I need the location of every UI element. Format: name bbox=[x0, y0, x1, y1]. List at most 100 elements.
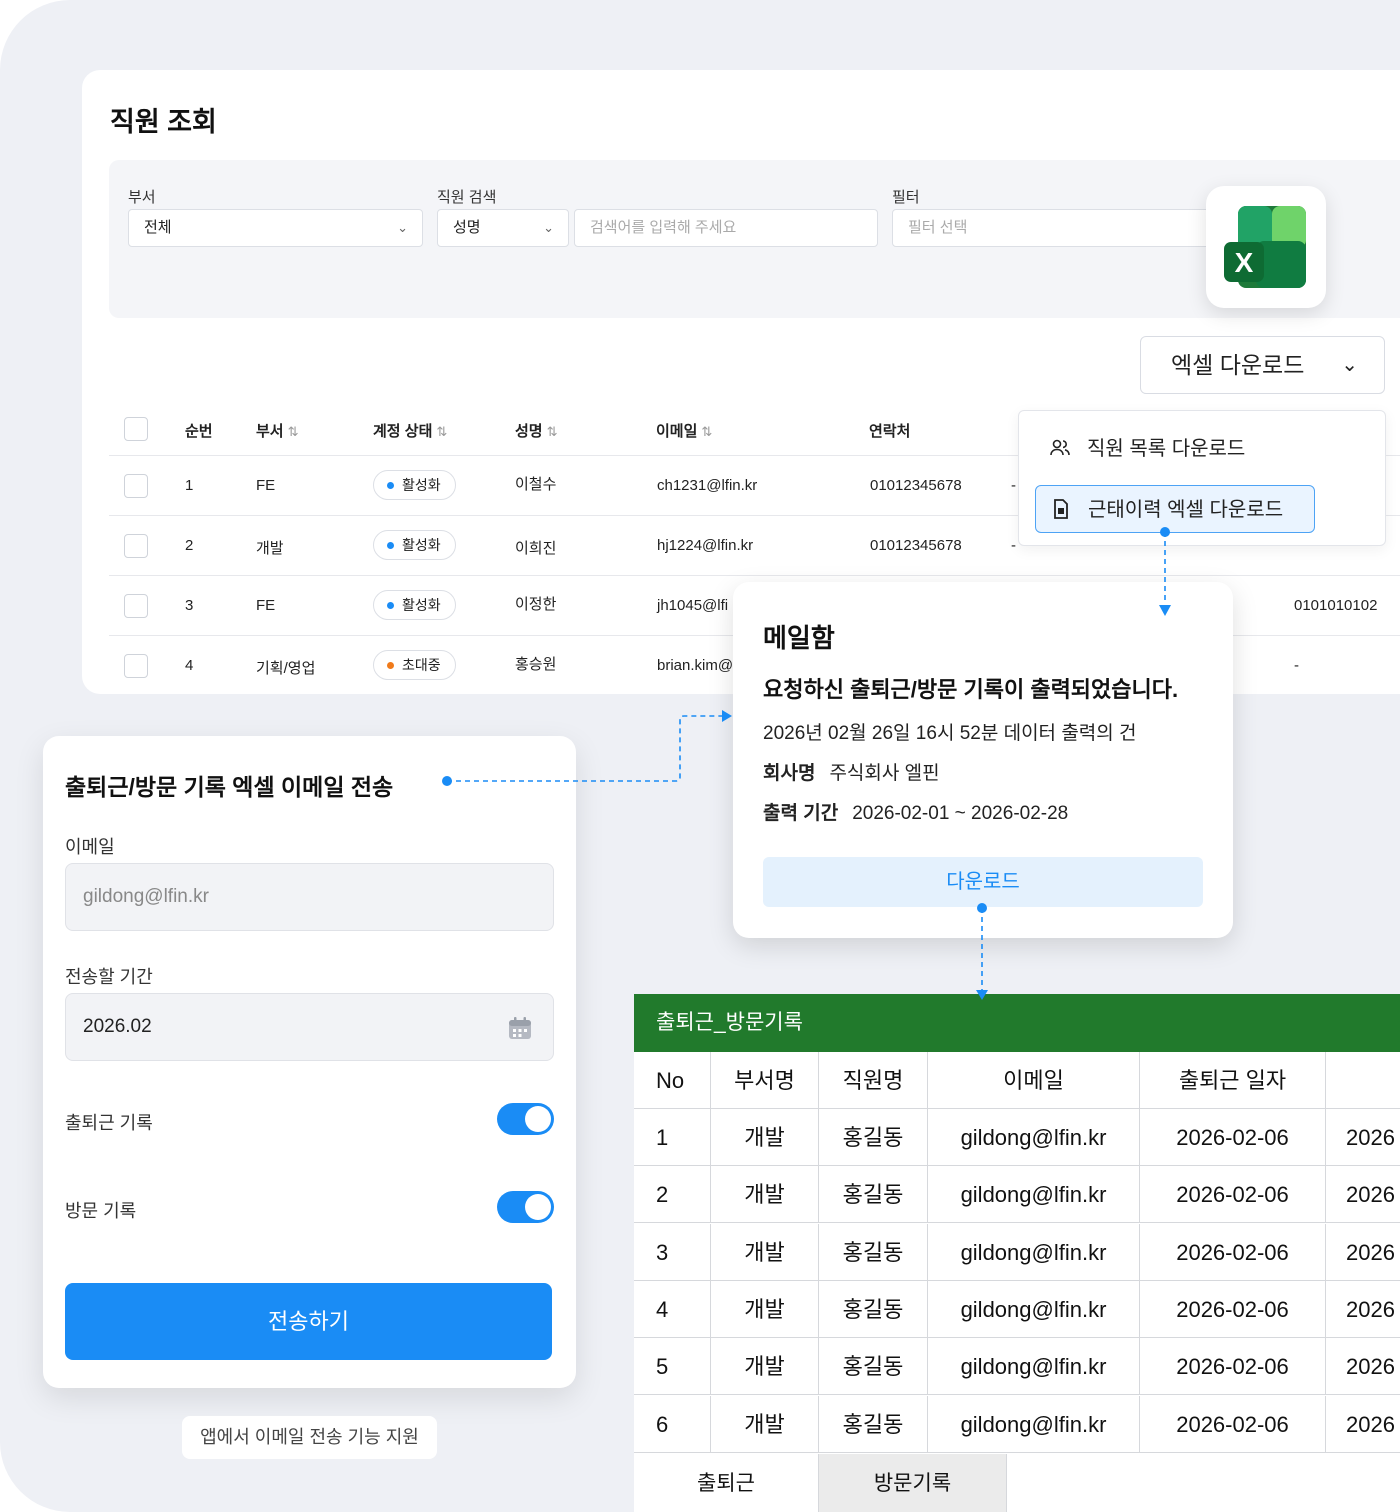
send-card-title: 출퇴근/방문 기록 엑셀 이메일 전송 bbox=[65, 774, 394, 800]
row-checkbox[interactable] bbox=[124, 474, 148, 498]
menu-item-employee-list[interactable]: 직원 목록 다운로드 bbox=[1035, 425, 1315, 473]
toggle-knob bbox=[525, 1194, 551, 1220]
sheet-cell[interactable]: 홍길동 bbox=[819, 1109, 928, 1166]
sheet-cell[interactable]: 2 bbox=[634, 1166, 711, 1224]
send-button[interactable]: 전송하기 bbox=[65, 1283, 552, 1360]
sheet-cell[interactable]: 홍길동 bbox=[819, 1338, 928, 1396]
sheet-cell[interactable]: 개발 bbox=[711, 1280, 819, 1338]
sheet-cell[interactable]: 3 bbox=[634, 1223, 711, 1281]
period-label: 전송할 기간 bbox=[65, 967, 153, 987]
commute-record-toggle[interactable] bbox=[497, 1103, 554, 1135]
cell-name: 이철수 bbox=[515, 476, 557, 493]
filter-select[interactable]: 필터 선택 bbox=[892, 209, 1222, 247]
mail-company: 회사명 주식회사 엘핀 bbox=[763, 758, 940, 785]
sheet-cell[interactable]: 2026 bbox=[1326, 1396, 1400, 1453]
sheet-cell[interactable]: gildong@lfin.kr bbox=[928, 1395, 1140, 1453]
col-header-name[interactable]: 성명 ⇅ bbox=[515, 420, 558, 441]
sheet-cell[interactable]: 홍길동 bbox=[819, 1223, 928, 1281]
col-header-status-label: 계정 상태 bbox=[373, 423, 433, 440]
row-checkbox[interactable] bbox=[124, 654, 148, 678]
sheet-tab-visit[interactable]: 방문기록 bbox=[819, 1454, 1007, 1512]
mail-period-value: 2026-02-01 ~ 2026-02-28 bbox=[852, 803, 1069, 824]
sheet-cell[interactable]: 4 bbox=[634, 1280, 711, 1338]
sheet-cell[interactable]: 개발 bbox=[711, 1166, 819, 1224]
mail-period-label: 출력 기간 bbox=[763, 803, 839, 824]
search-type-select[interactable]: 성명 ⌄ bbox=[437, 209, 569, 247]
cell-phone: 0101010102 bbox=[1294, 597, 1378, 614]
mail-download-button[interactable]: 다운로드 bbox=[763, 857, 1203, 907]
cell-dept: 기획/영업 bbox=[256, 660, 316, 677]
sheet-cell[interactable]: 홍길동 bbox=[819, 1166, 928, 1224]
chevron-down-icon: ⌄ bbox=[397, 220, 408, 235]
cell-name: 홍승원 bbox=[515, 656, 557, 673]
menu-item-attendance-excel[interactable]: 근태이력 엑셀 다운로드 bbox=[1035, 485, 1315, 533]
cell-name: 이희진 bbox=[515, 540, 557, 557]
select-all-checkbox[interactable] bbox=[124, 417, 148, 441]
sheet-cell[interactable]: gildong@lfin.kr bbox=[928, 1338, 1140, 1396]
sheet-cell[interactable]: gildong@lfin.kr bbox=[928, 1280, 1140, 1338]
period-value: 2026.02 bbox=[83, 1016, 152, 1037]
sheet-cell[interactable]: 2026 bbox=[1326, 1109, 1400, 1166]
sheet-cell[interactable]: 5 bbox=[634, 1338, 711, 1396]
email-field[interactable]: gildong@lfin.kr bbox=[65, 863, 554, 931]
sheet-cell[interactable]: gildong@lfin.kr bbox=[928, 1109, 1140, 1166]
period-field[interactable]: 2026.02 bbox=[65, 993, 554, 1061]
excel-download-button[interactable]: 엑셀 다운로드 ⌄ bbox=[1140, 336, 1385, 394]
feature-caption: 앱에서 이메일 전송 기능 지원 bbox=[182, 1416, 437, 1459]
sheet-cell[interactable]: 2026 bbox=[1326, 1338, 1400, 1396]
cell-email: brian.kim@ bbox=[657, 657, 734, 674]
sheet-cell[interactable]: 2026-02-06 bbox=[1140, 1395, 1326, 1453]
sort-icon[interactable]: ⇅ bbox=[547, 424, 558, 439]
sheet-cell[interactable]: 2026 bbox=[1326, 1166, 1400, 1224]
visit-record-toggle[interactable] bbox=[497, 1191, 554, 1223]
status-dot bbox=[387, 602, 394, 609]
calendar-icon[interactable] bbox=[507, 1015, 533, 1041]
sheet-cell[interactable]: 6 bbox=[634, 1395, 711, 1453]
row-checkbox[interactable] bbox=[124, 594, 148, 618]
sort-icon[interactable]: ⇅ bbox=[701, 424, 712, 439]
sheet-tab-commute[interactable]: 출퇴근 bbox=[634, 1454, 819, 1512]
col-header-no: 순번 bbox=[185, 423, 213, 440]
sheet-cell[interactable]: 개발 bbox=[711, 1338, 819, 1396]
sheet-cell[interactable]: 홍길동 bbox=[819, 1395, 928, 1453]
cell-dept: 개발 bbox=[256, 540, 284, 557]
sheet-cell[interactable]: 2026-02-06 bbox=[1140, 1166, 1326, 1224]
mail-company-label: 회사명 bbox=[763, 763, 816, 784]
mail-company-value: 주식회사 엘핀 bbox=[829, 763, 940, 784]
col-header-email[interactable]: 이메일 ⇅ bbox=[656, 420, 712, 441]
sheet-cell[interactable]: 2026 bbox=[1326, 1281, 1400, 1338]
sheet-cell[interactable]: 홍길동 bbox=[819, 1280, 928, 1338]
col-header-phone: 연락처 bbox=[869, 423, 911, 440]
sheet-cell[interactable]: 2026-02-06 bbox=[1140, 1223, 1326, 1281]
status-badge-label: 활성화 bbox=[402, 537, 441, 553]
sheet-cell[interactable]: 1 bbox=[634, 1109, 711, 1166]
sheet-cell[interactable]: 개발 bbox=[711, 1395, 819, 1453]
sheet-cell[interactable]: gildong@lfin.kr bbox=[928, 1166, 1140, 1224]
sort-icon[interactable]: ⇅ bbox=[288, 424, 299, 439]
page-title: 직원 조회 bbox=[110, 107, 217, 137]
sheet-cell[interactable]: 2026 bbox=[1326, 1224, 1400, 1281]
sheet-header-cell: 부서명 bbox=[711, 1052, 819, 1109]
mail-subject: 요청하신 출퇴근/방문 기록이 출력되었습니다. bbox=[763, 677, 1179, 702]
sort-icon[interactable]: ⇅ bbox=[436, 424, 447, 439]
row-checkbox[interactable] bbox=[124, 534, 148, 558]
sheet-cell[interactable]: 개발 bbox=[711, 1223, 819, 1281]
cell-no: 2 bbox=[185, 537, 194, 554]
dept-select[interactable]: 전체 ⌄ bbox=[128, 209, 423, 247]
mailbox-title: 메일함 bbox=[763, 623, 835, 653]
sheet-cell[interactable]: 2026-02-06 bbox=[1140, 1109, 1326, 1166]
status-badge-label: 활성화 bbox=[402, 477, 441, 493]
mailbox-card: 메일함 요청하신 출퇴근/방문 기록이 출력되었습니다. 2026년 02월 2… bbox=[733, 582, 1233, 938]
status-badge: 활성화 bbox=[373, 590, 456, 620]
col-header-status[interactable]: 계정 상태 ⇅ bbox=[373, 420, 447, 441]
sheet-cell[interactable]: 개발 bbox=[711, 1109, 819, 1166]
cell-email: hj1224@lfin.kr bbox=[657, 537, 754, 554]
search-input[interactable]: 검색어를 입력해 주세요 bbox=[574, 209, 878, 247]
menu-item-label: 직원 목록 다운로드 bbox=[1087, 438, 1246, 460]
sheet-cell[interactable]: gildong@lfin.kr bbox=[928, 1223, 1140, 1281]
menu-item-label: 근태이력 엑셀 다운로드 bbox=[1088, 499, 1284, 521]
document-icon bbox=[1054, 499, 1068, 519]
sheet-cell[interactable]: 2026-02-06 bbox=[1140, 1338, 1326, 1396]
sheet-cell[interactable]: 2026-02-06 bbox=[1140, 1280, 1326, 1338]
col-header-dept[interactable]: 부서 ⇅ bbox=[256, 420, 299, 441]
